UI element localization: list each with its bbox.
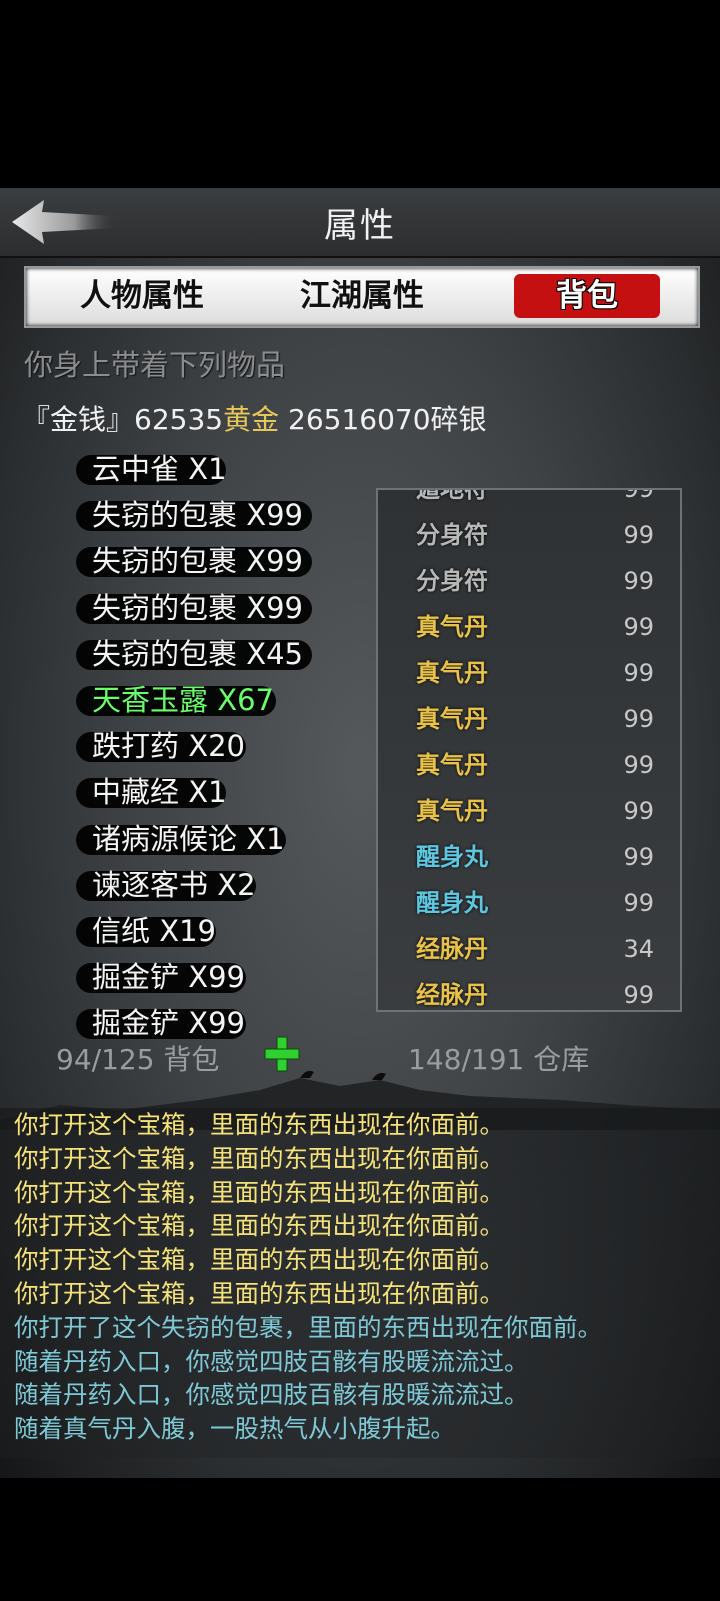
log-line: 你打开这个宝箱，里面的东西出现在你面前。 [14,1143,504,1173]
silver-amount: 26516070碎银 [279,403,487,436]
quick-item-row[interactable]: 真气丹 99 [378,604,680,650]
log-line: 你打开这个宝箱，里面的东西出现在你面前。 [14,1278,504,1308]
log-line: 你打开这个宝箱，里面的东西出现在你面前。 [14,1177,504,1207]
inventory-item[interactable]: 天香玉露 X67 [70,677,360,723]
inventory-item[interactable]: 诸病源候论 X1 [70,816,360,862]
quick-item-row[interactable]: 遁地符 99 [378,490,680,512]
inventory-item[interactable]: 失窃的包裹 X99 [70,585,360,631]
quick-item-panel[interactable]: 遁地符 99 分身符 99 分身符 99 真气丹 99 真气丹 99 真气丹 99 真气丹 9… [376,488,682,1012]
log-line: 你打开了这个失窃的包裹，里面的东西出现在你面前。 [14,1312,602,1342]
message-log: 你打开这个宝箱，里面的东西出现在你面前。 你打开这个宝箱，里面的东西出现在你面前… [0,1108,720,1458]
log-line: 随着真气丹入腹，一股热气从小腹升起。 [14,1414,455,1444]
inventory-item[interactable]: 谏逐客书 X2 [70,862,360,908]
tab-character-attributes[interactable]: 人物属性 [62,274,222,318]
quick-item-row[interactable]: 醒身丸 99 [378,880,680,926]
log-line: 随着丹药入口，你感觉四肢百骸有股暖流流过。 [14,1380,529,1410]
inventory-item[interactable]: 跌打药 X20 [70,723,360,769]
gold-amount: 62535 [134,403,224,436]
money-line: 『金钱』62535黄金 26516070碎银 [22,398,487,438]
quick-item-row[interactable]: 分身符 99 [378,512,680,558]
quick-item-row[interactable]: 分身符 99 [378,558,680,604]
inventory-item[interactable]: 失窃的包裹 X99 [70,538,360,584]
log-line: 你打开这个宝箱，里面的东西出现在你面前。 [14,1211,504,1241]
tab-backpack[interactable]: 背包 [514,274,660,318]
quick-item-row[interactable]: 经脉丹 34 [378,926,680,972]
inventory-item[interactable]: 信纸 X19 [70,908,360,954]
money-prefix: 『金钱』 [22,403,135,436]
log-line: 随着丹药入口，你感觉四肢百骸有股暖流流过。 [14,1346,529,1376]
quick-item-row[interactable]: 真气丹 99 [378,788,680,834]
inventory-item[interactable]: 掘金铲 X99 [70,954,360,1000]
quick-item-row[interactable]: 经脉丹 99 [378,972,680,1010]
log-line: 你打开这个宝箱，里面的东西出现在你面前。 [14,1110,504,1139]
quick-item-row[interactable]: 醒身丸 99 [378,834,680,880]
gold-label: 黄金 [223,403,280,436]
inventory-item[interactable]: 云中雀 X1 [70,446,360,492]
tab-bar: 人物属性 江湖属性 背包 [24,266,700,328]
inventory-item[interactable]: 中藏经 X1 [70,769,360,815]
inventory-item[interactable]: 失窃的包裹 X45 [70,631,360,677]
quick-item-row[interactable]: 真气丹 99 [378,650,680,696]
quick-item-row[interactable]: 真气丹 99 [378,742,680,788]
quick-item-row[interactable]: 真气丹 99 [378,696,680,742]
tab-jianghu-attributes[interactable]: 江湖属性 [282,274,442,318]
inventory-item[interactable]: 失窃的包裹 X99 [70,492,360,538]
log-line: 你打开这个宝箱，里面的东西出现在你面前。 [14,1245,504,1275]
page-title: 属性 [324,206,396,246]
header-bar: 属性 [0,188,720,258]
inventory-subtitle: 你身上带着下列物品 [24,348,286,382]
